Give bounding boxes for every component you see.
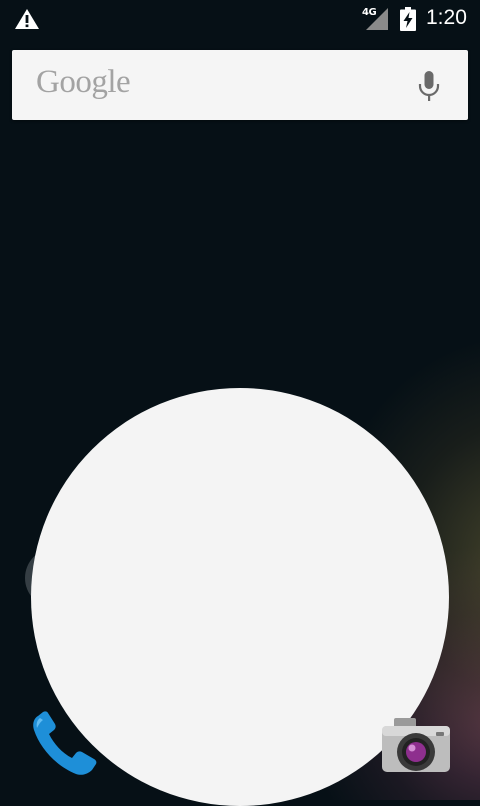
network-type-label: 4G	[362, 7, 377, 18]
google-search-bar[interactable]: Google	[12, 50, 468, 120]
battery-charging-icon	[400, 7, 416, 31]
google-logo: Google	[36, 64, 131, 100]
status-bar: 4G 1:20	[0, 0, 480, 38]
warning-icon	[15, 9, 39, 29]
clock: 1:20	[426, 6, 467, 29]
camera-icon[interactable]	[380, 712, 452, 776]
mic-icon[interactable]	[416, 70, 442, 102]
